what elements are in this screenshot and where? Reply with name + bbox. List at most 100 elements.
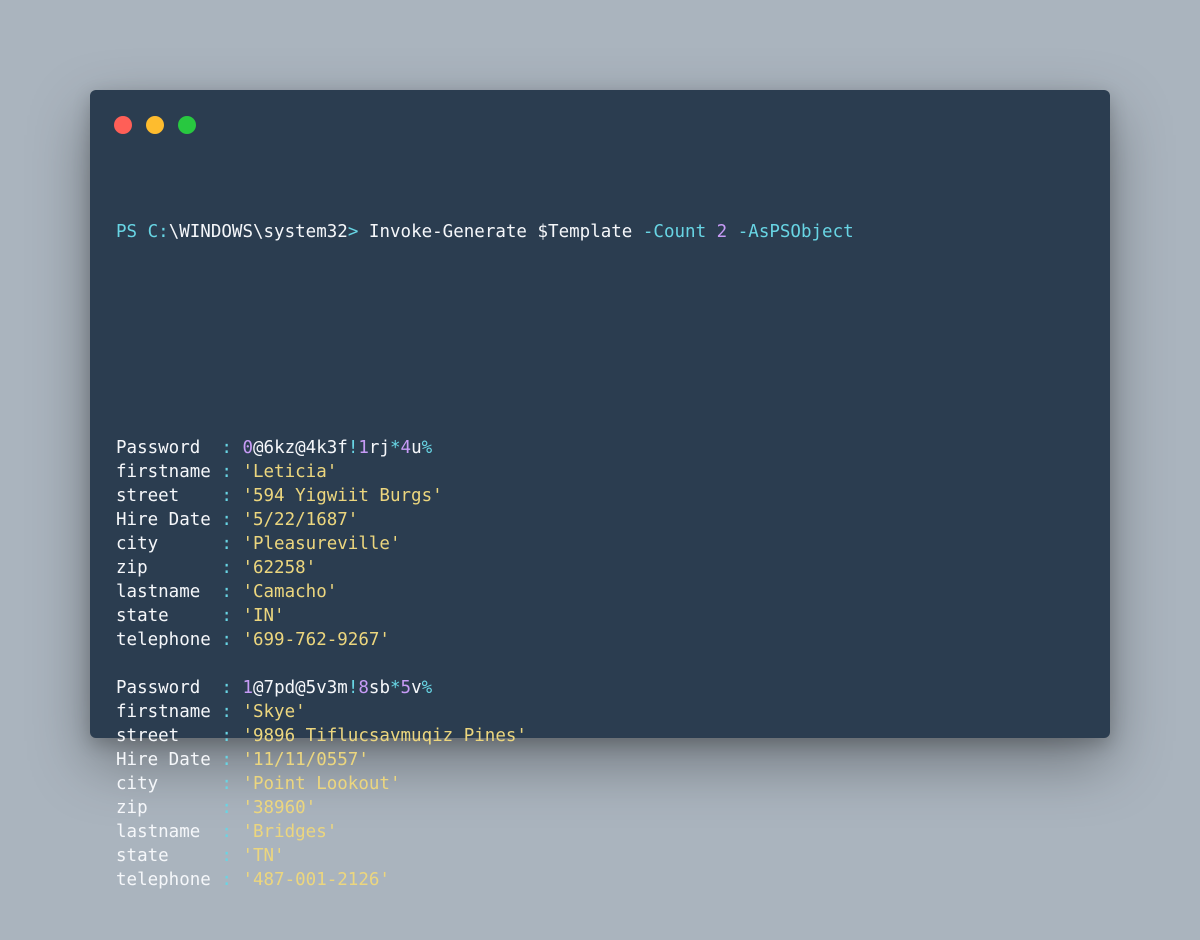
command-param-aspsobject: -AsPSObject <box>737 222 854 242</box>
field-value: 'Leticia' <box>242 462 338 482</box>
field-label: lastname <box>116 582 222 602</box>
field-separator: : <box>221 630 232 650</box>
record-field-row: city : 'Point Lookout' <box>116 772 1090 796</box>
close-dot-icon[interactable] <box>114 116 132 134</box>
password-token: sb <box>368 678 390 698</box>
record-field-row: Hire Date : '11/11/0557' <box>116 748 1090 772</box>
field-separator: : <box>221 822 232 842</box>
field-separator: : <box>221 846 232 866</box>
record-field-row: lastname : 'Bridges' <box>116 820 1090 844</box>
maximize-dot-icon[interactable] <box>178 116 196 134</box>
field-separator: : <box>221 726 232 746</box>
password-token: 1 <box>242 678 253 698</box>
field-separator: : <box>221 702 232 722</box>
field-separator: : <box>221 750 232 770</box>
field-separator: : <box>221 534 232 554</box>
record-field-row: state : 'IN' <box>116 604 1090 628</box>
field-value: 'Pleasureville' <box>242 534 401 554</box>
record-field-row: Password : 0@6kz@4k3f!1rj*4u% <box>116 436 1090 460</box>
password-value: 0@6kz@4k3f!1rj*4u% <box>242 438 432 458</box>
field-value: '699-762-9267' <box>242 630 390 650</box>
field-separator: : <box>221 870 232 890</box>
record-field-row: state : 'TN' <box>116 844 1090 868</box>
field-separator: : <box>221 582 232 602</box>
field-separator: : <box>221 462 232 482</box>
field-value: 'TN' <box>242 846 285 866</box>
field-separator: : <box>221 486 232 506</box>
field-label: state <box>116 606 222 626</box>
record-field-row: zip : '62258' <box>116 556 1090 580</box>
field-value: '11/11/0557' <box>242 750 369 770</box>
prompt-arrow: > <box>347 222 359 242</box>
password-token: 5 <box>400 678 412 698</box>
field-label: Password <box>116 438 222 458</box>
field-separator: : <box>221 774 232 794</box>
record-field-row: lastname : 'Camacho' <box>116 580 1090 604</box>
field-value: 'Point Lookout' <box>242 774 401 794</box>
password-token: 0 <box>242 438 253 458</box>
record-field-row: Password : 1@7pd@5v3m!8sb*5v% <box>116 676 1090 700</box>
field-value: 'IN' <box>242 606 285 626</box>
terminal-output[interactable]: PS C:\WINDOWS\system32> Invoke-Generate … <box>116 172 1090 940</box>
field-value: 'Skye' <box>242 702 306 722</box>
field-separator: : <box>221 798 232 818</box>
field-label: street <box>116 486 222 506</box>
password-token: 1 <box>358 438 369 458</box>
field-label: zip <box>116 798 222 818</box>
password-token: * <box>390 438 401 458</box>
output-records: Password : 0@6kz@4k3f!1rj*4u% firstname :… <box>116 436 1090 892</box>
command-param-count: -Count <box>642 222 707 242</box>
password-token: @6kz@4k3f <box>253 438 348 458</box>
command-variable: $Template <box>537 222 633 242</box>
password-token: % <box>421 678 433 698</box>
field-value: '9896 Tiflucsavmuqiz Pines' <box>242 726 527 746</box>
record-field-row: telephone : '487-001-2126' <box>116 868 1090 892</box>
record-field-row: zip : '38960' <box>116 796 1090 820</box>
field-label: firstname <box>116 702 222 722</box>
field-label: telephone <box>116 870 222 890</box>
field-separator: : <box>221 606 232 626</box>
field-separator: : <box>221 438 232 458</box>
field-value: '5/22/1687' <box>242 510 359 530</box>
prompt-path: \WINDOWS\system32 <box>168 222 348 242</box>
field-separator: : <box>221 558 232 578</box>
field-label: city <box>116 534 222 554</box>
field-value: 'Bridges' <box>242 822 338 842</box>
record-field-row: street : '594 Yigwiit Burgs' <box>116 484 1090 508</box>
field-label: street <box>116 726 222 746</box>
terminal-window: PS C:\WINDOWS\system32> Invoke-Generate … <box>90 90 1110 890</box>
field-value: '487-001-2126' <box>242 870 390 890</box>
command-line: PS C:\WINDOWS\system32> Invoke-Generate … <box>116 220 1090 244</box>
field-value: '38960' <box>242 798 317 818</box>
password-token: % <box>421 438 433 458</box>
field-label: firstname <box>116 462 222 482</box>
record-field-row: Hire Date : '5/22/1687' <box>116 508 1090 532</box>
password-token: 4 <box>400 438 412 458</box>
password-token: * <box>390 678 401 698</box>
command-name: Invoke-Generate <box>368 222 527 242</box>
password-token: 8 <box>358 678 369 698</box>
minimize-dot-icon[interactable] <box>146 116 164 134</box>
field-separator: : <box>221 510 232 530</box>
record-field-row: firstname : 'Leticia' <box>116 460 1090 484</box>
record-field-row: street : '9896 Tiflucsavmuqiz Pines' <box>116 724 1090 748</box>
record-field-row: city : 'Pleasureville' <box>116 532 1090 556</box>
record-field-row: telephone : '699-762-9267' <box>116 628 1090 652</box>
prompt-ps: PS <box>116 222 138 242</box>
password-token: v <box>411 678 422 698</box>
password-token: ! <box>347 438 359 458</box>
field-label: telephone <box>116 630 222 650</box>
password-token: u <box>411 438 422 458</box>
field-value: '594 Yigwiit Burgs' <box>242 486 443 506</box>
command-count-value: 2 <box>716 222 728 242</box>
field-value: '62258' <box>242 558 317 578</box>
field-separator: : <box>221 678 232 698</box>
field-value: 'Camacho' <box>242 582 338 602</box>
password-token: @7pd@5v3m <box>253 678 348 698</box>
field-label: state <box>116 846 222 866</box>
field-label: Hire Date <box>116 750 222 770</box>
record-field-row: firstname : 'Skye' <box>116 700 1090 724</box>
field-label: Password <box>116 678 222 698</box>
password-value: 1@7pd@5v3m!8sb*5v% <box>242 678 432 698</box>
password-token: rj <box>368 438 390 458</box>
